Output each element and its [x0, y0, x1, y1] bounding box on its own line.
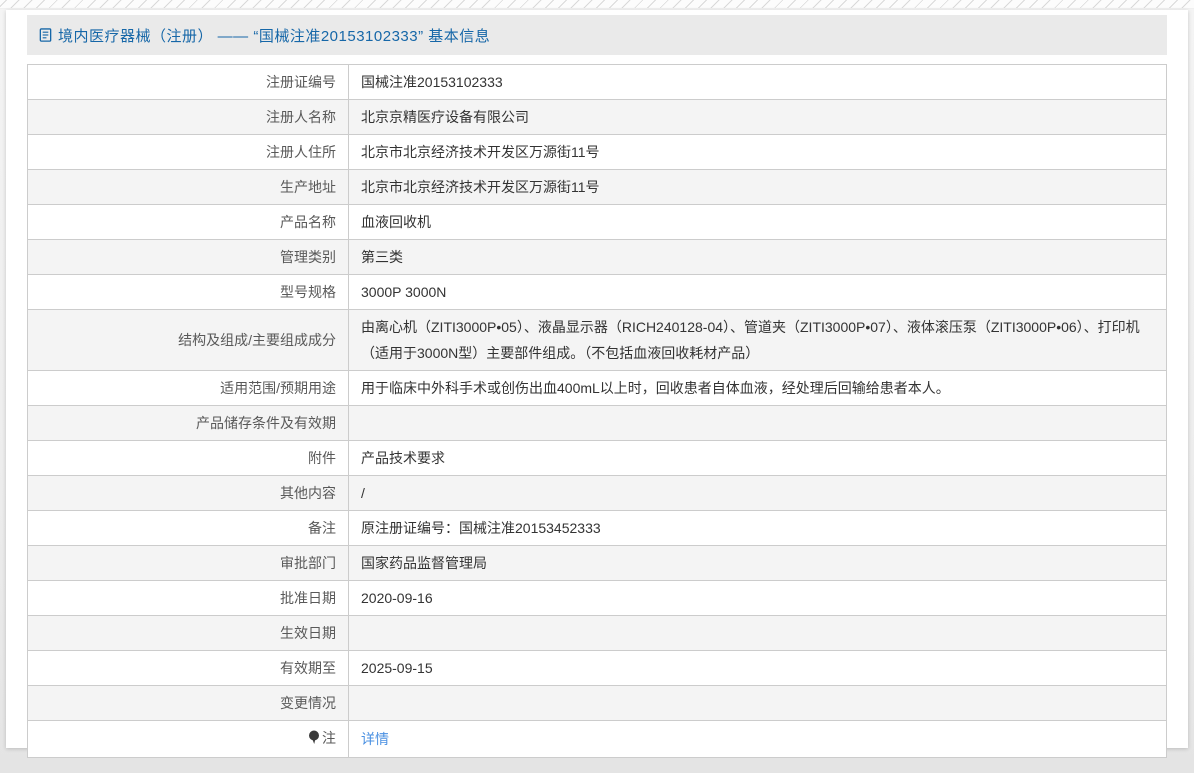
table-row: 注详情	[27, 720, 1167, 758]
row-label: 生产地址	[27, 169, 349, 205]
row-value: 2025-09-15	[348, 650, 1167, 686]
detail-link[interactable]: 详情	[361, 731, 389, 747]
content-card: 境内医疗器械（注册） —— “国械注准20153102333” 基本信息 注册证…	[6, 10, 1188, 758]
table-row: 生效日期	[27, 615, 1167, 651]
row-label: 生效日期	[27, 615, 349, 651]
table-row: 变更情况	[27, 685, 1167, 721]
page-title: 境内医疗器械（注册） —— “国械注准20153102333” 基本信息	[58, 27, 491, 45]
note-icon	[308, 727, 320, 753]
document-icon	[38, 27, 53, 43]
table-row: 有效期至 2025-09-15	[27, 650, 1167, 686]
row-label: 注册证编号	[27, 64, 349, 100]
row-label: 管理类别	[27, 239, 349, 275]
row-value: 国械注准20153102333	[348, 64, 1167, 100]
table-row: 生产地址 北京市北京经济技术开发区万源街11号	[27, 169, 1167, 205]
table-row: 产品名称 血液回收机	[27, 204, 1167, 240]
row-value: 国家药品监督管理局	[348, 545, 1167, 581]
page-title-bar: 境内医疗器械（注册） —— “国械注准20153102333” 基本信息	[27, 15, 1167, 55]
row-value: 血液回收机	[348, 204, 1167, 240]
row-label: 有效期至	[27, 650, 349, 686]
table-row: 其他内容 /	[27, 475, 1167, 511]
table-row: 管理类别 第三类	[27, 239, 1167, 275]
row-label: 备注	[27, 510, 349, 546]
table-row: 结构及组成/主要组成成分 由离心机（ZITI3000P•05）、液晶显示器（RIC…	[27, 309, 1167, 371]
row-value: 第三类	[348, 239, 1167, 275]
row-label: 产品储存条件及有效期	[27, 405, 349, 441]
row-value: 用于临床中外科手术或创伤出血400mL以上时，回收患者自体血液，经处理后回输给患…	[348, 370, 1167, 406]
row-value	[348, 405, 1167, 441]
table-row: 适用范围/预期用途 用于临床中外科手术或创伤出血400mL以上时，回收患者自体血液…	[27, 370, 1167, 406]
row-label: 批准日期	[27, 580, 349, 616]
row-label: 其他内容	[27, 475, 349, 511]
row-value: 3000P 3000N	[348, 274, 1167, 310]
row-value: 由离心机（ZITI3000P•05）、液晶显示器（RICH240128-04）、…	[348, 309, 1167, 371]
row-value: 2020-09-16	[348, 580, 1167, 616]
row-label: 注	[27, 720, 349, 758]
table-row: 批准日期 2020-09-16	[27, 580, 1167, 616]
row-label: 审批部门	[27, 545, 349, 581]
row-value	[348, 615, 1167, 651]
row-label: 适用范围/预期用途	[27, 370, 349, 406]
row-value: 北京京精医疗设备有限公司	[348, 99, 1167, 135]
table-row: 注册人名称 北京京精医疗设备有限公司	[27, 99, 1167, 135]
row-label: 注册人住所	[27, 134, 349, 170]
table-row: 附件 产品技术要求	[27, 440, 1167, 476]
row-value: /	[348, 475, 1167, 511]
row-value	[348, 685, 1167, 721]
row-label: 产品名称	[27, 204, 349, 240]
row-value: 北京市北京经济技术开发区万源街11号	[348, 134, 1167, 170]
row-value: 北京市北京经济技术开发区万源街11号	[348, 169, 1167, 205]
row-label: 型号规格	[27, 274, 349, 310]
row-label: 变更情况	[27, 685, 349, 721]
table-row: 注册证编号 国械注准20153102333	[27, 64, 1167, 100]
row-label: 结构及组成/主要组成成分	[27, 309, 349, 371]
table-row: 型号规格 3000P 3000N	[27, 274, 1167, 310]
page-top-hatch-border	[0, 0, 1194, 9]
row-label: 注册人名称	[27, 99, 349, 135]
table-row: 注册人住所 北京市北京经济技术开发区万源街11号	[27, 134, 1167, 170]
registration-info-table: 注册证编号 国械注准20153102333 注册人名称 北京京精医疗设备有限公司 注册人…	[27, 64, 1167, 758]
row-value: 产品技术要求	[348, 440, 1167, 476]
row-value: 原注册证编号：国械注准20153452333	[348, 510, 1167, 546]
table-row: 审批部门 国家药品监督管理局	[27, 545, 1167, 581]
table-row: 备注 原注册证编号：国械注准20153452333	[27, 510, 1167, 546]
table-row: 产品储存条件及有效期	[27, 405, 1167, 441]
row-value: 详情	[348, 720, 1167, 758]
row-label: 附件	[27, 440, 349, 476]
